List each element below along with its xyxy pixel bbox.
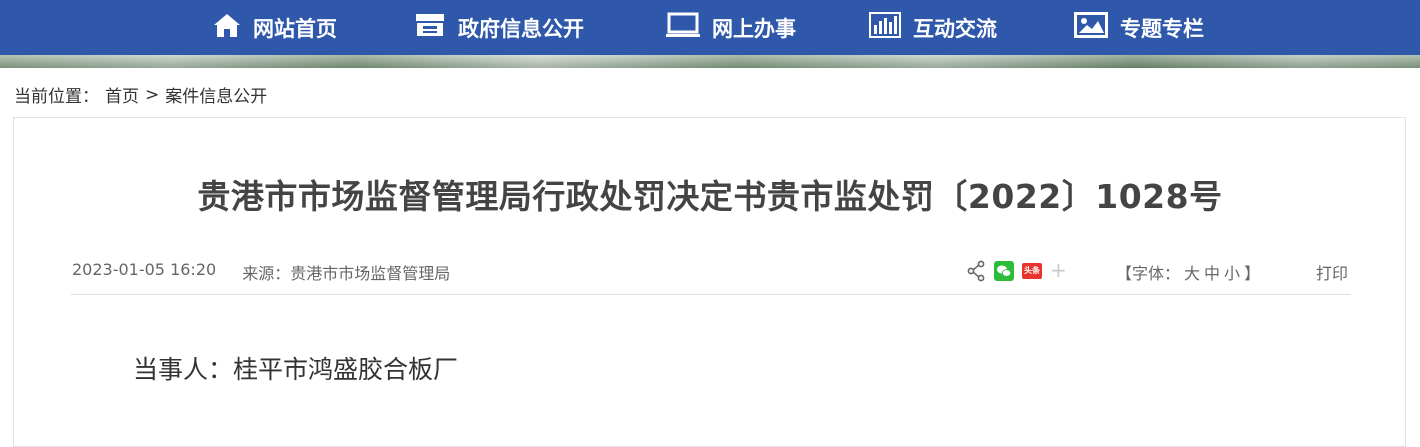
publish-date: 2023-01-05 16:20 bbox=[72, 260, 217, 279]
wechat-icon[interactable] bbox=[994, 261, 1014, 285]
article-meta: 2023-01-05 16:20 来源：贵港市市场监督管理局 bbox=[72, 260, 450, 284]
nav-label: 互动交流 bbox=[913, 16, 997, 41]
article-tools: 头条 + 【字体： 大 中 小 】 打印 bbox=[966, 258, 1356, 284]
header-banner-image bbox=[0, 55, 1420, 68]
nav-label: 专题专栏 bbox=[1120, 16, 1204, 41]
nav-item-online-services[interactable]: 网上办事 bbox=[666, 0, 796, 55]
party-line: 当事人：桂平市鸿盛胶合板厂 bbox=[133, 355, 459, 384]
nav-item-interaction[interactable]: 互动交流 bbox=[869, 0, 997, 55]
archive-icon bbox=[414, 12, 446, 43]
toutiao-icon[interactable]: 头条 bbox=[1022, 263, 1042, 279]
nav-label: 网站首页 bbox=[253, 16, 337, 41]
meta-divider bbox=[71, 294, 1351, 295]
nav-item-special-topics[interactable]: 专题专栏 bbox=[1074, 0, 1204, 55]
bar-chart-icon bbox=[869, 12, 901, 43]
font-size-small-button[interactable]: 小 bbox=[1224, 260, 1240, 284]
font-size-control: 【字体： 大 中 小 】 bbox=[1116, 260, 1260, 284]
nav-item-home[interactable]: 网站首页 bbox=[213, 0, 337, 55]
breadcrumb-prefix: 当前位置： bbox=[14, 87, 99, 107]
share-icon[interactable] bbox=[966, 260, 986, 286]
nav-label: 网上办事 bbox=[712, 16, 796, 41]
article-source: 来源：贵港市市场监督管理局 bbox=[242, 264, 451, 283]
font-size-label-open: 【字体： bbox=[1116, 264, 1181, 283]
plus-icon[interactable]: + bbox=[1050, 259, 1067, 281]
monitor-icon bbox=[666, 12, 700, 43]
nav-label: 政府信息公开 bbox=[458, 16, 584, 41]
breadcrumb-current-link[interactable]: 案件信息公开 bbox=[165, 82, 267, 107]
breadcrumb-separator: > bbox=[145, 84, 160, 105]
print-button[interactable]: 打印 bbox=[1316, 260, 1348, 284]
top-navigation: 网站首页 政府信息公开 网上办事 互动交流 专题专栏 bbox=[0, 0, 1420, 55]
breadcrumb-home-link[interactable]: 首页 bbox=[105, 82, 139, 107]
breadcrumb: 当前位置： 首页 > 案件信息公开 bbox=[14, 82, 267, 108]
home-icon bbox=[213, 12, 241, 43]
nav-item-gov-info[interactable]: 政府信息公开 bbox=[414, 0, 584, 55]
image-icon bbox=[1074, 12, 1108, 43]
font-size-label-close: 】 bbox=[1244, 264, 1261, 283]
font-size-medium-button[interactable]: 中 bbox=[1204, 260, 1220, 284]
article-title: 贵港市市场监督管理局行政处罚决定书贵市监处罚〔2022〕1028号 bbox=[197, 177, 1223, 216]
font-size-large-button[interactable]: 大 bbox=[1184, 260, 1200, 284]
